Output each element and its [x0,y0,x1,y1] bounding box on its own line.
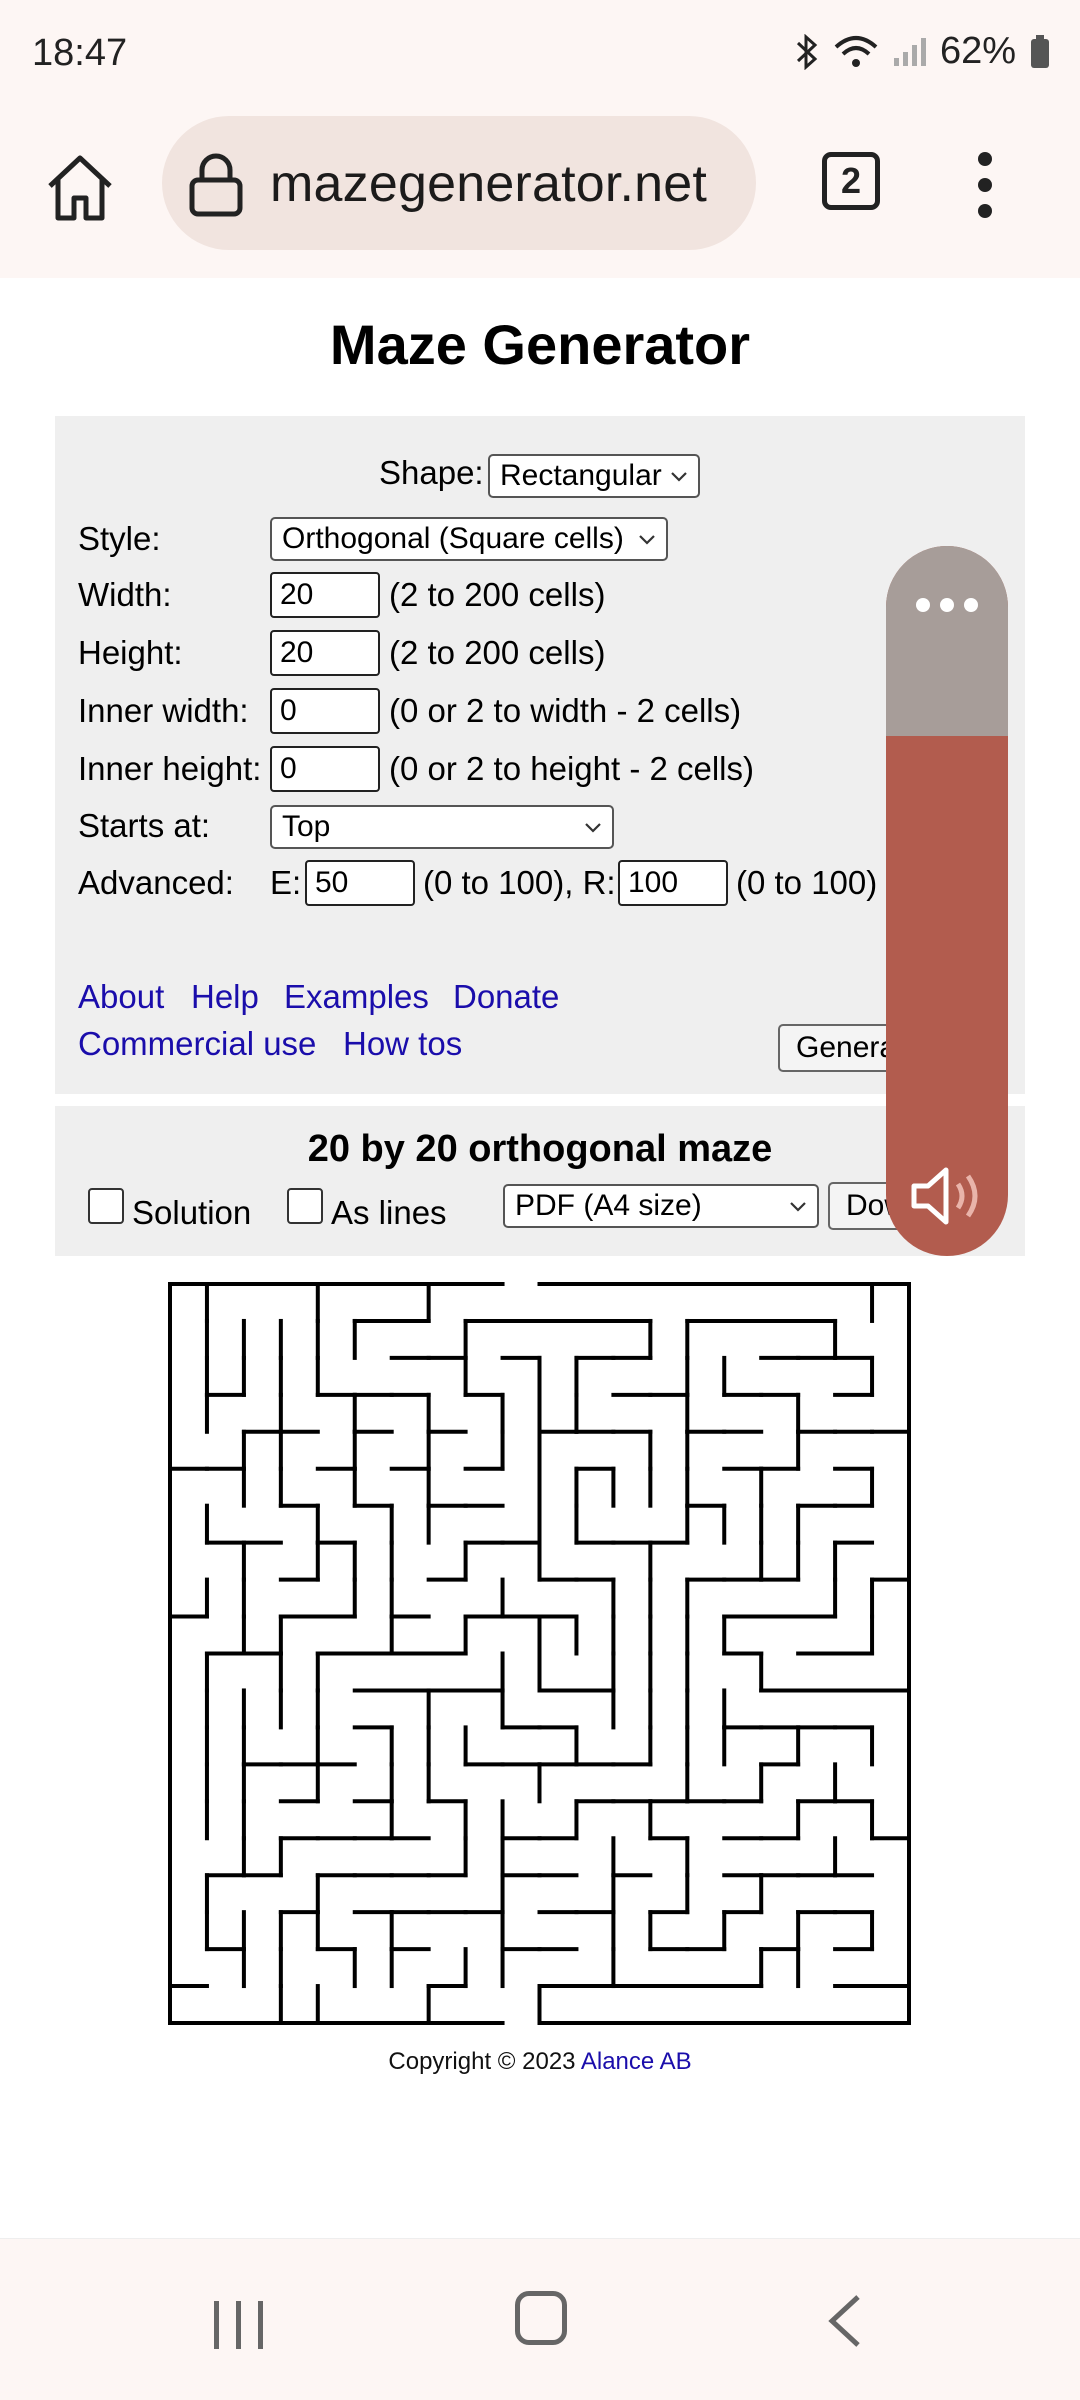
maze-result-panel: 20 by 20 orthogonal maze Solution As lin… [55,1106,1025,1256]
volume-empty-track [886,546,1008,736]
as-lines-label: As lines [331,1194,447,1231]
height-label: Height: [78,634,183,671]
more-vert-icon[interactable] [970,152,1000,222]
browser-toolbar: mazegenerator.net 2 [0,112,1080,278]
commercial-use-link[interactable]: Commercial use [78,1025,316,1063]
shape-label: Shape: [379,454,484,491]
solution-checkbox[interactable] [88,1188,124,1224]
status-time: 18:47 [32,32,128,74]
height-input[interactable]: 20 [270,630,380,676]
how-tos-link[interactable]: How tos [343,1025,462,1063]
height-hint: (2 to 200 cells) [389,634,606,671]
volume-panel[interactable] [886,546,1008,1256]
inner-height-input[interactable]: 0 [270,746,380,792]
width-input[interactable]: 20 [270,572,380,618]
inner-width-hint: (0 or 2 to width - 2 cells) [389,692,742,729]
maze-title: 20 by 20 orthogonal maze [307,1128,773,1170]
e-label: E: [270,864,302,901]
solution-label: Solution [132,1194,252,1231]
style-select[interactable]: Orthogonal (Square cells) [270,517,668,561]
more-horiz-icon[interactable] [916,598,978,612]
r-hint: (0 to 100) [736,864,878,901]
donate-link[interactable]: Donate [453,978,559,1016]
e-input[interactable]: 50 [305,860,415,906]
starts-at-select[interactable]: Top [270,805,614,849]
signal-icon [893,37,926,66]
shape-select[interactable]: Rectangular [488,454,700,498]
alance-link[interactable]: Alance AB [581,2048,692,2075]
lock-icon [189,153,243,217]
width-hint: (2 to 200 cells) [389,576,606,613]
format-select-value: PDF (A4 size) [515,1189,702,1222]
shape-select-value: Rectangular [500,459,662,492]
width-label: Width: [78,576,172,613]
copyright-text: Copyright © 2023 [388,2048,576,2075]
chevron-down-icon [585,823,601,833]
advanced-label: Advanced: [78,864,234,901]
status-bar: 18:47 62% [0,0,1080,112]
inner-height-label: Inner height: [78,750,262,787]
volume-icon[interactable] [910,1166,986,1226]
system-nav-bar [0,2238,1080,2400]
inner-width-input[interactable]: 0 [270,688,380,734]
battery-percent: 62% [939,30,1016,72]
help-link[interactable]: Help [191,978,259,1016]
style-label: Style: [78,520,161,557]
address-bar[interactable]: mazegenerator.net [162,116,756,250]
chevron-down-icon [790,1202,806,1212]
tabs-button[interactable]: 2 [822,152,880,210]
starts-at-select-value: Top [282,810,331,843]
chevron-down-icon [671,472,687,482]
recents-icon[interactable] [212,2299,266,2351]
wifi-icon [834,35,878,67]
style-select-value: Orthogonal (Square cells) [282,522,624,555]
as-lines-checkbox[interactable] [287,1188,323,1224]
e-hint: (0 to 100), R: [423,864,616,901]
r-input[interactable]: 100 [618,860,728,906]
inner-width-label: Inner width: [78,692,249,729]
status-icons: 62% [794,30,1050,73]
chevron-down-icon [639,535,655,545]
home-icon[interactable] [44,152,116,224]
starts-at-label: Starts at: [78,807,211,844]
nav-home-icon[interactable] [515,2291,567,2345]
format-select[interactable]: PDF (A4 size) [503,1184,819,1228]
maze-options-form: Shape: Rectangular Style: Orthogonal (Sq… [55,416,1025,1094]
battery-icon [1031,34,1049,68]
back-icon[interactable] [826,2293,862,2349]
examples-link[interactable]: Examples [284,978,429,1016]
url-text: mazegenerator.net [270,155,708,213]
maze-image [168,1282,911,2025]
inner-height-hint: (0 or 2 to height - 2 cells) [389,750,754,787]
copyright: Copyright © 2023 Alance AB [0,2048,1080,2076]
bluetooth-icon [796,33,818,70]
about-link[interactable]: About [78,978,164,1016]
page-title: Maze Generator [329,313,751,376]
